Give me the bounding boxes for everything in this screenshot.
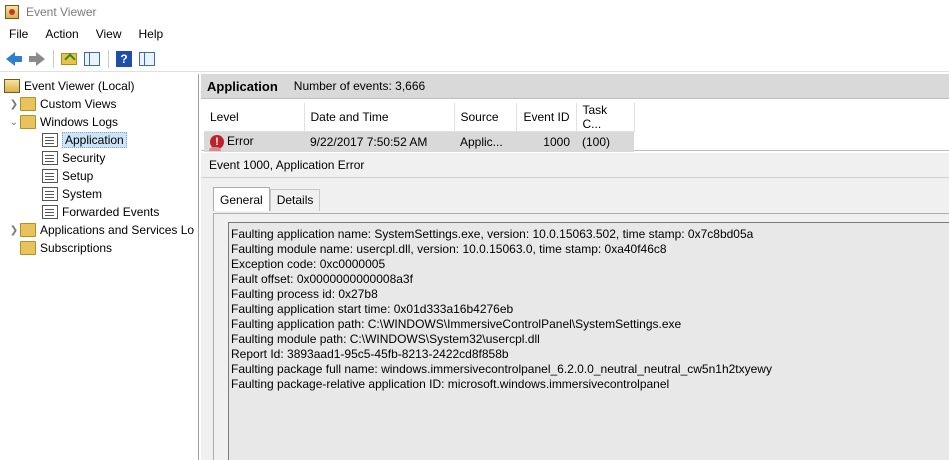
description-line: Faulting package-relative application ID… (231, 377, 670, 391)
column-header-task-category[interactable]: Task C... (576, 103, 635, 132)
show-hide-tree-icon[interactable] (82, 49, 102, 69)
tab-details[interactable]: Details (269, 189, 321, 211)
main-panel: Application Number of events: 3,666 Leve… (201, 74, 949, 460)
events-table: Level Date and Time Source Event ID Task… (204, 103, 635, 152)
chevron-right-icon[interactable]: ❯ (8, 225, 20, 236)
column-header-source[interactable]: Source (454, 103, 517, 132)
navigation-tree: Event Viewer (Local) ❯ Custom Views ⌄ Wi… (0, 74, 199, 460)
description-line: Faulting application path: C:\WINDOWS\Im… (231, 317, 682, 331)
description-line: Faulting application name: SystemSetting… (231, 227, 754, 241)
event-viewer-icon (5, 5, 19, 19)
column-header-level[interactable]: Level (204, 103, 305, 132)
description-line: Exception code: 0xc0000005 (231, 257, 386, 271)
cell-datetime: 9/22/2017 7:50:52 AM (304, 131, 454, 152)
event-description[interactable]: Faulting application name: SystemSetting… (228, 222, 949, 460)
description-line: Faulting process id: 0x27b8 (231, 287, 378, 301)
help-icon[interactable]: ? (114, 49, 134, 69)
tree-item-custom-views[interactable]: ❯ Custom Views (0, 95, 198, 113)
menu-help[interactable]: Help (130, 27, 172, 41)
subscriptions-icon (20, 241, 36, 255)
log-header: Application Number of events: 3,666 (201, 74, 949, 99)
chevron-right-icon[interactable]: ❯ (8, 99, 20, 110)
log-icon (42, 169, 58, 183)
description-line: Fault offset: 0x0000000000008a3f (231, 272, 413, 286)
toolbar-separator (53, 49, 54, 68)
table-row[interactable]: ! Error 9/22/2017 7:50:52 AM Applic... 10… (204, 131, 634, 152)
folder-icon (20, 97, 36, 111)
log-icon (42, 133, 58, 147)
column-header-event-id[interactable]: Event ID (516, 103, 577, 132)
back-icon[interactable] (4, 49, 24, 69)
tree-item-application[interactable]: Application (0, 131, 198, 149)
tree-item-subscriptions[interactable]: Subscriptions (0, 239, 198, 257)
folder-icon (20, 223, 36, 237)
tree-item-root[interactable]: Event Viewer (Local) (0, 77, 198, 95)
window-title: Event Viewer (26, 5, 97, 19)
tree-item-system[interactable]: System (0, 185, 198, 203)
column-header-datetime[interactable]: Date and Time (304, 103, 455, 132)
log-icon (42, 187, 58, 201)
event-detail-title: Event 1000, Application Error (201, 153, 949, 178)
description-line: Faulting package full name: windows.imme… (231, 362, 772, 376)
cell-source: Applic... (454, 131, 516, 152)
tab-general[interactable]: General (213, 187, 270, 211)
description-line: Faulting application start time: 0x01d33… (231, 302, 514, 316)
event-count: Number of events: 3,666 (293, 79, 426, 93)
tab-body: Faulting application name: SystemSetting… (213, 213, 949, 460)
log-name: Application (207, 78, 278, 94)
menu-bar: File Action View Help (0, 24, 949, 44)
events-list: Level Date and Time Source Event ID Task… (201, 99, 949, 152)
title-bar: Event Viewer (0, 0, 949, 24)
detail-tabs: General Details (213, 187, 321, 211)
event-detail-pane: Event 1000, Application Error General De… (201, 153, 949, 460)
toolbar: ? (0, 46, 949, 72)
description-line: Report Id: 3893aad1-95c5-45fb-8213-2422c… (231, 347, 509, 361)
error-icon (209, 147, 221, 151)
menu-action[interactable]: Action (36, 27, 86, 41)
chevron-down-icon[interactable]: ⌄ (8, 117, 20, 128)
menu-file[interactable]: File (0, 27, 36, 41)
description-line: Faulting module name: usercpl.dll, versi… (231, 242, 667, 256)
description-line: Faulting module path: C:\WINDOWS\System3… (231, 332, 540, 346)
folder-icon (20, 115, 36, 129)
tree-item-security[interactable]: Security (0, 149, 198, 167)
log-icon (42, 151, 58, 165)
toolbar-separator (108, 49, 109, 68)
cell-task-category: (100) (576, 131, 634, 152)
tree-item-setup[interactable]: Setup (0, 167, 198, 185)
up-folder-icon[interactable] (59, 49, 79, 69)
menu-view[interactable]: View (87, 27, 130, 41)
tree-item-apps-services[interactable]: ❯ Applications and Services Lo (0, 221, 198, 239)
cell-event-id: 1000 (516, 131, 576, 152)
show-hide-action-pane-icon[interactable] (137, 49, 157, 69)
tree-item-forwarded-events[interactable]: Forwarded Events (0, 203, 198, 221)
log-icon (42, 205, 58, 219)
events-header-row: Level Date and Time Source Event ID Task… (204, 103, 635, 132)
tree-item-windows-logs[interactable]: ⌄ Windows Logs (0, 113, 198, 131)
event-viewer-icon (4, 79, 20, 93)
forward-icon[interactable] (27, 49, 47, 69)
